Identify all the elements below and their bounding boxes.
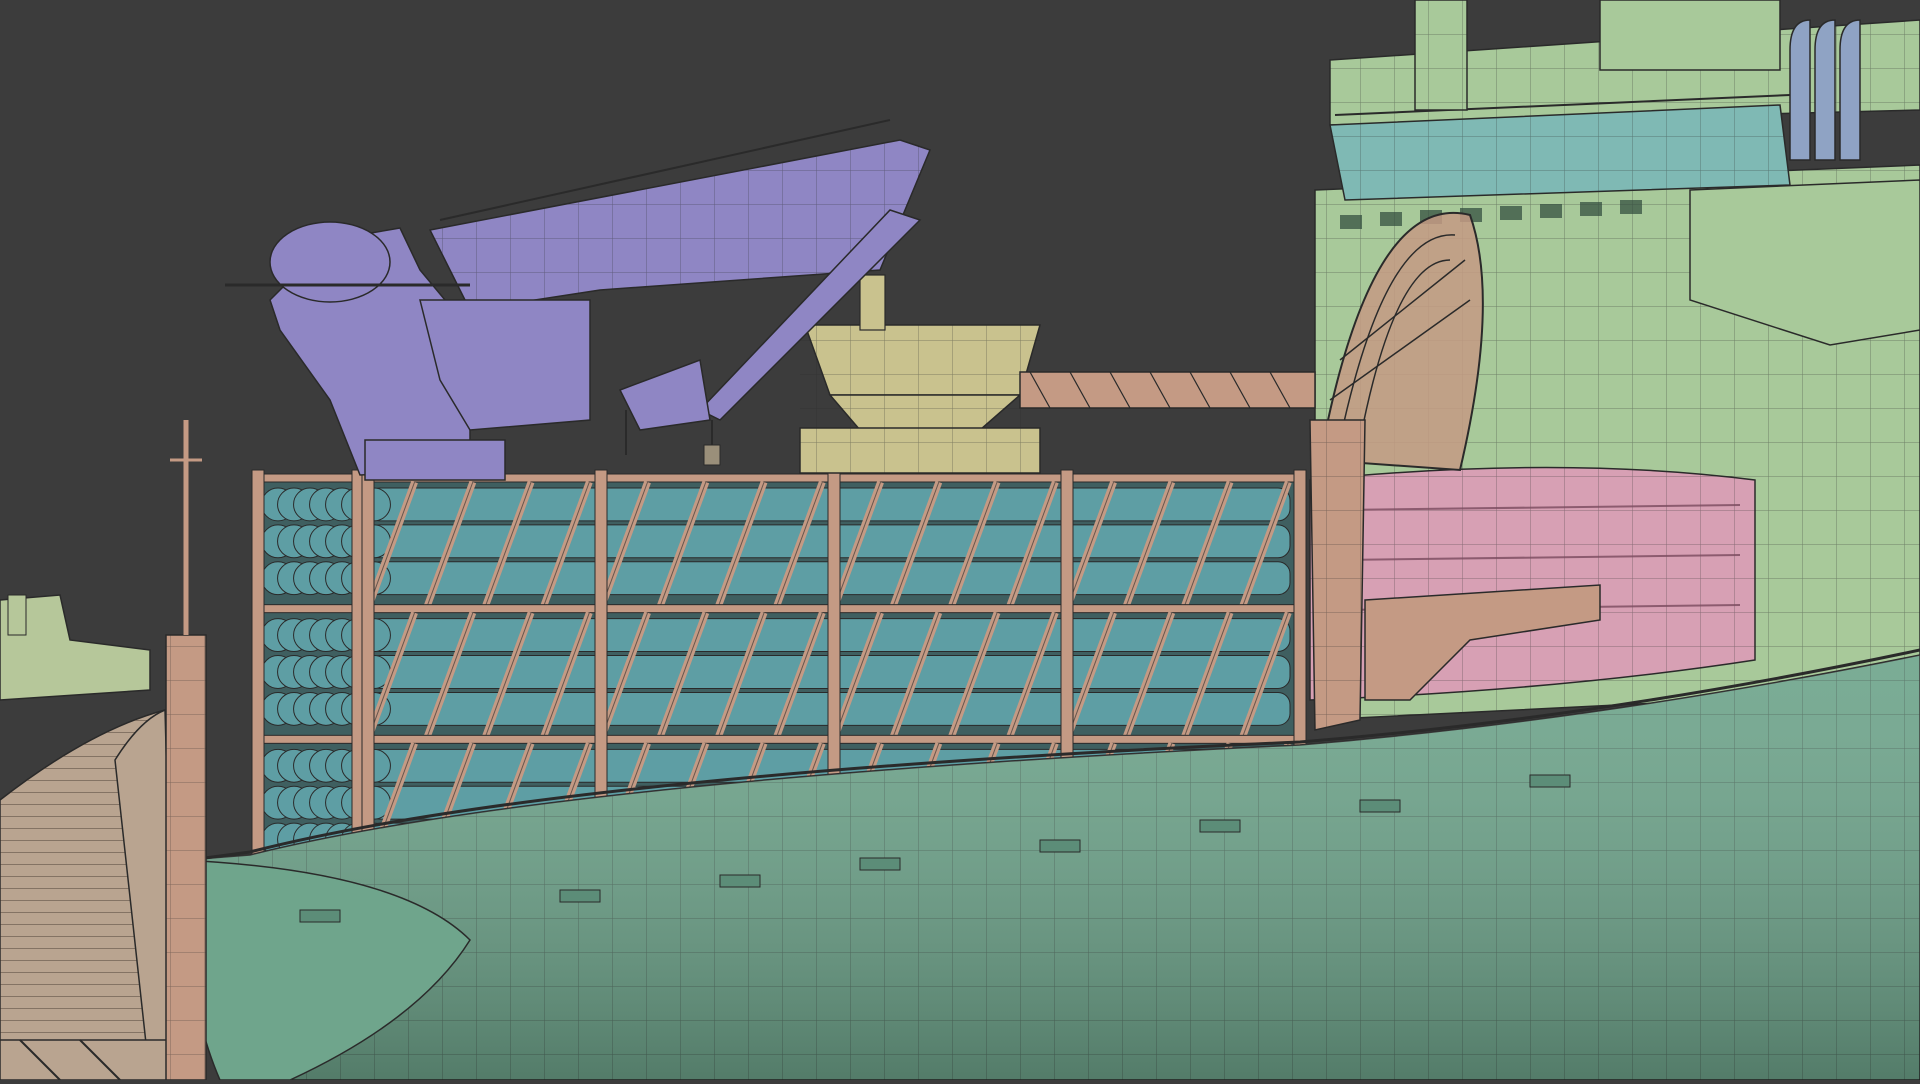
left-deck-equipment [0, 594, 151, 701]
rack-beam [257, 734, 1301, 744]
rack-post [361, 469, 375, 879]
rack-post [251, 469, 265, 879]
ship-model-render [0, 0, 1920, 1081]
walkway-bridge [1019, 371, 1316, 409]
3d-viewport[interactable] [0, 0, 1920, 1081]
mast [165, 420, 207, 1081]
rack-beam [257, 604, 1301, 614]
